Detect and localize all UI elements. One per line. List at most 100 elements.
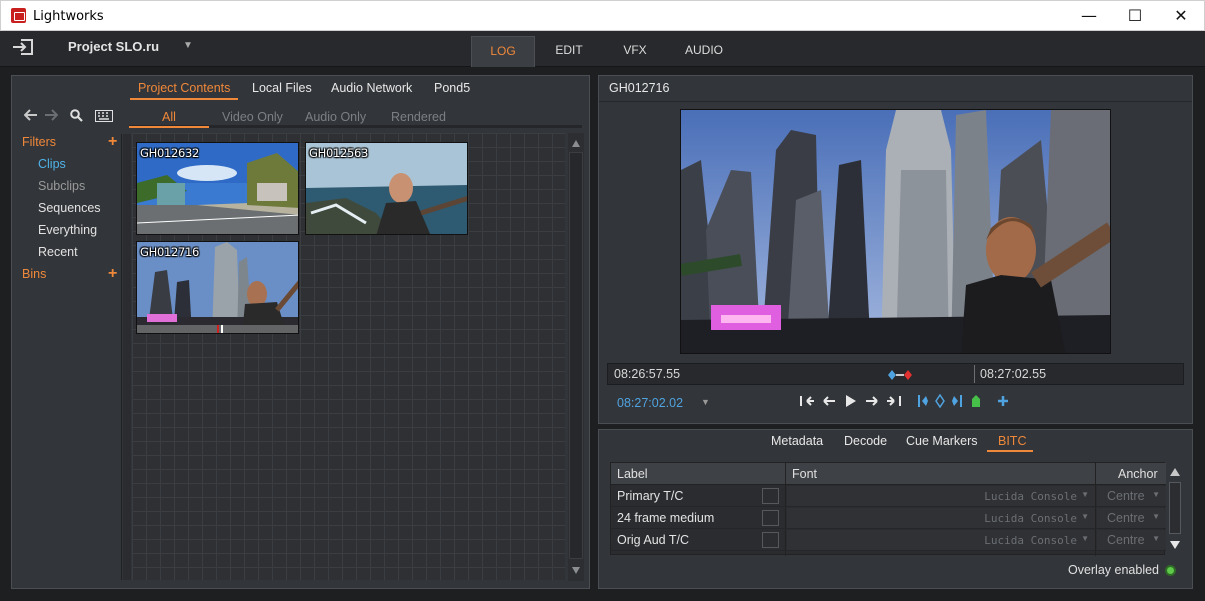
tab-cue-markers[interactable]: Cue Markers [906,434,978,448]
filters-sidebar: Filters + Clips Subclips Sequences Every… [13,132,121,580]
chevron-down-icon: ▼ [1081,512,1089,521]
search-icon[interactable] [70,109,83,122]
clip-grid: GH012632 GH012563 GH012716 [132,133,565,580]
mark-out-icon[interactable] [951,394,963,408]
sidebar-splitter[interactable] [123,134,131,580]
add-bin-button[interactable]: + [108,266,117,282]
column-anchor[interactable]: Anchor [1118,467,1158,481]
chevron-down-icon: ▼ [1081,534,1089,543]
table-row[interactable]: Primary T/C Lucida Console ▼ Centre ▼ [611,485,1166,507]
timeline-divider [974,365,975,383]
scroll-thumb[interactable] [1169,482,1181,534]
tab-decode[interactable]: Decode [844,434,887,448]
exit-project-icon[interactable] [12,38,34,56]
step-back-icon[interactable] [822,394,836,408]
font-dropdown[interactable]: Lucida Console ▼ [787,486,1095,506]
sidebar-item-sequences[interactable]: Sequences [38,201,101,215]
overlay-enabled-label: Overlay enabled [1067,563,1159,577]
table-row[interactable]: Orig Aud T/C Lucida Console ▼ Centre ▼ [611,529,1166,551]
back-arrow-icon[interactable] [24,109,38,121]
timecode-end: 08:27:02.55 [980,367,1047,381]
filter-tab-rendered[interactable]: Rendered [391,110,446,124]
tab-vfx[interactable]: VFX [607,36,663,67]
project-menu-chevron-icon[interactable]: ▼ [183,40,193,51]
sidebar-item-recent[interactable]: Recent [38,245,78,259]
maximize-button[interactable]: ☐ [1112,1,1158,31]
tab-audio[interactable]: AUDIO [673,36,735,67]
timecode-mode-chevron-icon[interactable]: ▼ [701,397,710,407]
overlay-status-icon[interactable] [1165,565,1176,576]
tab-underline [987,450,1033,452]
keyboard-icon[interactable] [95,110,113,122]
add-icon[interactable] [997,395,1009,407]
play-icon[interactable] [845,394,857,408]
scroll-track[interactable] [569,152,583,559]
scroll-up-icon[interactable] [1170,468,1180,476]
anchor-dropdown[interactable]: Centre ▼ [1097,530,1166,550]
tab-pond5[interactable]: Pond5 [434,81,470,95]
scroll-down-icon[interactable] [572,567,580,574]
scroll-up-icon[interactable] [572,140,580,147]
mark-in-icon[interactable] [917,394,929,408]
viewer-timeline[interactable]: 08:26:57.55 08:27:02.55 [607,363,1184,385]
clip-thumbnail[interactable]: GH012716 [136,241,299,334]
close-button[interactable]: ✕ [1158,1,1204,31]
row-checkbox[interactable] [762,488,779,504]
playhead-marker-icon[interactable] [887,368,913,382]
tab-local-files[interactable]: Local Files [252,81,312,95]
scroll-down-icon[interactable] [1170,541,1180,549]
add-filter-button[interactable]: + [108,134,117,150]
filter-tab-video-only[interactable]: Video Only [222,110,283,124]
clip-grid-scrollbar[interactable] [568,133,584,581]
step-forward-icon[interactable] [865,394,879,408]
tab-underline [130,98,238,100]
filters-heading: Filters [22,135,57,149]
sidebar-item-everything[interactable]: Everything [38,223,97,237]
minimize-button[interactable]: — [1066,1,1112,31]
anchor-value: Centre [1107,511,1145,525]
forward-arrow-icon[interactable] [44,109,58,121]
video-frame[interactable] [680,109,1111,354]
sidebar-divider [121,134,122,580]
lightworks-logo-icon [11,8,26,23]
project-name[interactable]: Project SLO.ru [68,39,159,54]
filter-tab-all[interactable]: All [162,110,176,124]
tab-log[interactable]: LOG [471,36,535,67]
bins-heading: Bins [22,267,47,281]
font-value: Lucida Console [984,512,1077,525]
clip-thumbnail[interactable]: GH012632 [136,142,299,235]
table-row[interactable]: 24 frame medium Lucida Console ▼ Centre ▼ [611,507,1166,529]
bitc-panel: Metadata Decode Cue Markers BITC Label F… [598,429,1193,589]
filter-tab-audio-only[interactable]: Audio Only [305,110,366,124]
font-dropdown[interactable]: Lucida Console ▼ [787,530,1095,550]
tab-edit[interactable]: EDIT [541,36,597,67]
sidebar-item-clips[interactable]: Clips [38,157,66,171]
row-checkbox[interactable] [762,532,779,548]
add-cue-icon[interactable] [971,394,981,408]
row-label: 24 frame medium [617,511,715,525]
font-value: Lucida Console [984,490,1077,503]
column-font[interactable]: Font [792,467,817,481]
current-timecode[interactable]: 08:27:02.02 [617,396,683,410]
row-checkbox[interactable] [762,510,779,526]
bitc-table-scrollbar[interactable] [1167,462,1183,555]
font-dropdown[interactable]: Lucida Console ▼ [787,508,1095,528]
table-header: Label Font Anchor [611,463,1166,485]
sidebar-item-subclips[interactable]: Subclips [38,179,85,193]
anchor-dropdown[interactable]: Centre ▼ [1097,508,1166,528]
anchor-dropdown[interactable]: Centre ▼ [1097,486,1166,506]
project-contents-panel: Project Contents Local Files Audio Netwo… [11,75,590,589]
tab-audio-network[interactable]: Audio Network [331,81,412,95]
font-value: Lucida Console [984,534,1077,547]
clip-thumbnail[interactable]: GH012563 [305,142,468,235]
column-label[interactable]: Label [617,467,648,481]
tab-bitc[interactable]: BITC [998,434,1026,448]
go-to-end-icon[interactable] [886,394,902,408]
mark-clip-icon[interactable] [935,394,945,408]
chevron-down-icon: ▼ [1152,534,1160,543]
chevron-down-icon: ▼ [1152,490,1160,499]
window-titlebar: Lightworks — ☐ ✕ [0,0,1205,31]
tab-metadata[interactable]: Metadata [771,434,823,448]
go-to-start-icon[interactable] [799,394,815,408]
tab-project-contents[interactable]: Project Contents [138,81,230,95]
